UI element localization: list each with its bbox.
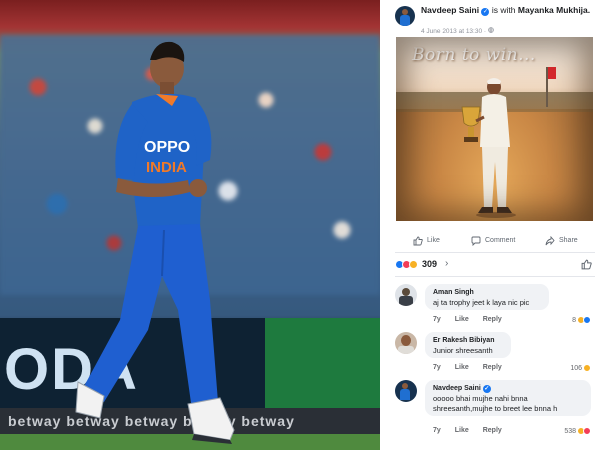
comment-icon: [471, 236, 481, 246]
post-author-line: Navdeep Saini ✓ is with Mayanka Mukhija.: [421, 5, 596, 16]
commenter-name[interactable]: Er Rakesh Bibiyan: [433, 336, 503, 346]
author-name[interactable]: Navdeep Saini: [421, 5, 479, 15]
verified-badge-icon: ✓: [481, 8, 490, 16]
verified-badge-icon: ✓: [482, 385, 491, 393]
comment-reply-link[interactable]: Reply: [483, 427, 502, 434]
post-actions: Like Comment Share: [395, 233, 595, 249]
comment-meta: 7y Like Reply: [433, 427, 514, 434]
comment-age[interactable]: 7y: [433, 427, 441, 434]
like-reaction-icon: [583, 316, 591, 324]
comment-like-link[interactable]: Like: [455, 364, 469, 371]
comment-reaction-count[interactable]: 106: [570, 364, 591, 372]
haha-reaction-icon: [583, 364, 591, 372]
share-icon: [545, 236, 555, 246]
commenter-avatar[interactable]: [395, 332, 417, 354]
commenter-avatar[interactable]: [395, 284, 417, 306]
comment-bubble: Aman Singh aj ta trophy jeet k laya nic …: [425, 284, 549, 310]
divider: [395, 276, 595, 277]
comment-bubble: Er Rakesh Bibiyan Junior shreesanth: [425, 332, 511, 358]
like-button[interactable]: Like: [413, 233, 440, 249]
commenter-name[interactable]: Aman Singh: [433, 288, 541, 298]
react-thumbs-up-icon[interactable]: [581, 259, 592, 270]
comment-age[interactable]: 7y: [433, 364, 441, 371]
jersey-country: INDIA: [146, 159, 187, 176]
comment-like-link[interactable]: Like: [455, 427, 469, 434]
comment-item: Aman Singh aj ta trophy jeet k laya nic …: [395, 284, 595, 328]
author-avatar[interactable]: [395, 6, 415, 26]
comment-meta: 7y Like Reply: [433, 364, 514, 371]
post-image[interactable]: Born to win...: [396, 37, 593, 221]
commenter-avatar[interactable]: [395, 380, 417, 402]
reaction-count: 309: [422, 259, 438, 269]
post-header: Navdeep Saini ✓ is with Mayanka Mukhija.…: [395, 4, 596, 35]
comment-reply-link[interactable]: Reply: [483, 364, 502, 371]
comment-like-link[interactable]: Like: [455, 316, 469, 323]
comment-button[interactable]: Comment: [471, 233, 515, 249]
comment-text: Junior shreesanth: [433, 346, 493, 355]
comment-meta: 7y Like Reply: [433, 316, 514, 323]
comment-bubble: Navdeep Saini ✓ ooooo bhai mujhe nahi bn…: [425, 380, 591, 416]
thumbs-up-icon: [413, 236, 423, 246]
comment-reply-link[interactable]: Reply: [483, 316, 502, 323]
comment-text-line-2: shreesanth,mujhe to breet lee bnna h: [433, 404, 558, 413]
comment-item: Navdeep Saini ✓ ooooo bhai mujhe nahi bn…: [395, 380, 595, 440]
comment-age[interactable]: 7y: [433, 316, 441, 323]
comment-text: aj ta trophy jeet k laya nic pic: [433, 298, 530, 307]
tagged-name[interactable]: Mayanka Mukhija.: [518, 5, 590, 15]
divider: [395, 252, 595, 253]
jersey-sponsor: OPPO: [144, 139, 190, 156]
globe-icon: [488, 27, 494, 33]
comment-text-line-1: ooooo bhai mujhe nahi bnna: [433, 394, 528, 403]
comment-reaction-count[interactable]: 538: [564, 427, 591, 435]
reactions-summary[interactable]: 309 ›: [395, 258, 595, 272]
cricket-player-photo: ODA betway betway betway betway betway O…: [0, 0, 380, 450]
with-text: is with: [491, 5, 516, 15]
haha-reaction-icon: [409, 260, 418, 269]
comment-item: Er Rakesh Bibiyan Junior shreesanth 7y L…: [395, 332, 595, 376]
chevron-right-icon[interactable]: ›: [445, 258, 448, 269]
love-reaction-icon: [583, 427, 591, 435]
commenter-name[interactable]: Navdeep Saini ✓: [433, 384, 583, 394]
share-button[interactable]: Share: [545, 233, 578, 249]
facebook-post: Navdeep Saini ✓ is with Mayanka Mukhija.…: [385, 0, 600, 450]
comment-reaction-count[interactable]: 8: [572, 316, 591, 324]
post-timestamp[interactable]: 4 June 2013 at 13:30 ·: [421, 27, 494, 35]
bowler-figure: OPPO INDIA: [75, 41, 235, 444]
